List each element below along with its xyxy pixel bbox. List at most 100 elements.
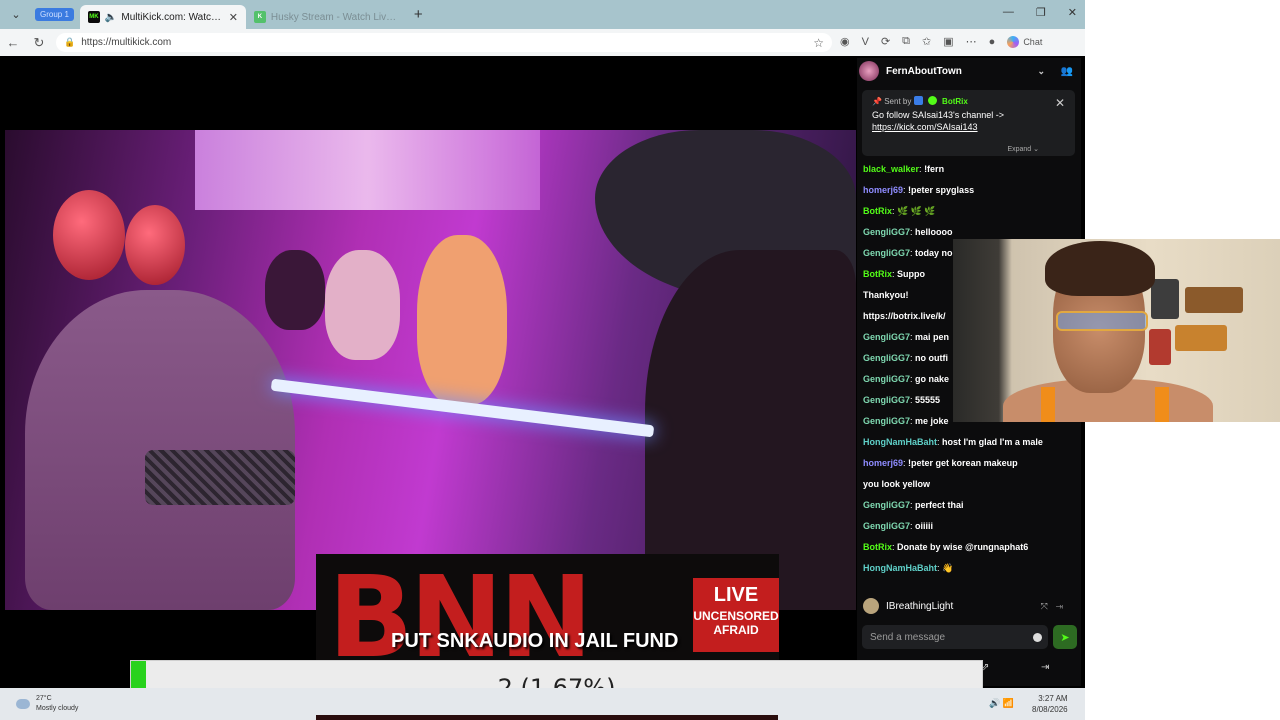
favorite-star-icon[interactable]: ☆ — [813, 36, 824, 50]
mural-face — [265, 250, 325, 330]
system-tray-icons[interactable]: 🔊 📶 — [989, 698, 1014, 709]
minimize-icon[interactable]: — — [1003, 6, 1014, 19]
address-bar[interactable]: 🔒 https://multikick.com ☆ — [56, 33, 832, 52]
chat-username[interactable]: BotRix — [863, 269, 892, 279]
chat-username[interactable]: HongNamHaBaht — [863, 563, 937, 573]
tab-group-chip[interactable]: Group 1 — [35, 8, 74, 21]
back-arrow-icon[interactable]: ← — [0, 35, 26, 50]
close-pinned-icon[interactable]: ✕ — [1055, 96, 1065, 110]
pinned-sender[interactable]: BotRix — [942, 97, 968, 106]
chat-username[interactable]: homerj69 — [863, 185, 903, 195]
tab-actions-chevron-icon[interactable]: ⌄ — [5, 5, 27, 25]
new-tab-plus-icon[interactable]: + — [414, 6, 423, 23]
tab-husky-stream[interactable]: K Husky Stream - Watch Live on Ki — [246, 5, 406, 29]
collections-icon[interactable]: ▣ — [943, 35, 953, 48]
chevron-down-icon[interactable]: ⌄ — [1037, 66, 1045, 77]
overlay-bottom-strip — [316, 715, 778, 720]
wall-sign — [1151, 279, 1179, 319]
taskbar-clock[interactable]: 3:27 AM 8/08/2026 — [1032, 693, 1068, 715]
chat-input-placeholder: Send a message — [870, 631, 946, 643]
chat-username[interactable]: HongNamHaBaht — [863, 437, 937, 447]
chat-username[interactable]: GengliGG7 — [863, 500, 910, 510]
chat-text: !peter get korean makeup — [908, 458, 1018, 468]
chat-username[interactable]: homerj69 — [863, 458, 903, 468]
chat-message: BotRix: Donate by wise @rungnaphat6 — [857, 537, 1081, 558]
speaker-icon[interactable]: 🔈 — [105, 12, 117, 23]
split-screen-icon[interactable]: ⧉ — [902, 35, 910, 48]
video-player[interactable]: BNN LIVE UNCENSORED AFRAID PUT SNKAUDIO … — [5, 58, 856, 682]
user-avatar[interactable] — [863, 598, 879, 614]
chat-message: GengliGG7: perfect thai — [857, 495, 1081, 516]
chat-username[interactable]: black_walker — [863, 164, 919, 174]
chat-username[interactable]: GengliGG7 — [863, 227, 910, 237]
chat-message-input[interactable]: Send a message — [862, 625, 1048, 649]
restore-icon[interactable]: ❐ — [1036, 6, 1046, 19]
chat-text: https://botrix.live/k/ — [863, 311, 946, 321]
chat-username[interactable]: BotRix — [863, 542, 892, 552]
expand-label: Expand — [1007, 146, 1032, 153]
chat-text: !fern — [924, 164, 945, 174]
cloud-icon — [16, 699, 30, 709]
users-icon[interactable]: 👥 — [1061, 66, 1073, 77]
woman-top — [145, 450, 295, 505]
expand-pinned-button[interactable]: Expand ⌄ — [1007, 145, 1039, 153]
vpn-icon[interactable]: V — [862, 36, 869, 48]
close-tab-icon[interactable]: ✕ — [229, 11, 238, 24]
chat-username[interactable]: GengliGG7 — [863, 395, 910, 405]
chat-message: GengliGG7: oiiiii — [857, 516, 1081, 537]
browser-tab-bar: ⌄ Group 1 MK 🔈 MultiKick.com: Watch Mult… — [0, 0, 1085, 29]
chat-text: 🌿 🌿 🌿 — [897, 206, 936, 216]
channel-avatar[interactable] — [859, 61, 879, 81]
clock-time: 3:27 AM — [1038, 694, 1068, 703]
chat-username[interactable]: BotRix — [863, 206, 892, 216]
chat-message: BotRix: 🌿 🌿 🌿 — [857, 201, 1081, 222]
favorites-icon[interactable]: ✩ — [922, 35, 931, 48]
send-message-button[interactable]: ➤ — [1053, 625, 1077, 649]
sunglasses — [1056, 311, 1148, 331]
chat-settings-icons[interactable]: ⤧⇥ — [1041, 601, 1071, 612]
stream-video-frame — [5, 130, 856, 610]
emoji-icon[interactable] — [1033, 632, 1042, 642]
chat-text: Suppo — [897, 269, 926, 279]
current-username: IBreathingLight — [886, 600, 954, 612]
bnn-logo-text: BNN — [328, 554, 593, 682]
webcam-overlay — [953, 239, 1280, 422]
lock-icon[interactable]: 🔒 — [64, 37, 75, 48]
more-menu-icon[interactable]: ⋯ — [966, 35, 977, 48]
chat-username[interactable]: GengliGG7 — [863, 374, 910, 384]
chat-message: HongNamHaBaht: host I'm glad I'm a male — [857, 432, 1081, 453]
refresh-icon[interactable]: ↻ — [26, 35, 52, 51]
profile-avatar-icon[interactable]: ● — [989, 36, 996, 48]
copilot-icon — [1007, 35, 1020, 48]
channel-name[interactable]: FernAboutTown — [886, 66, 962, 77]
chat-username[interactable]: GengliGG7 — [863, 416, 910, 426]
tab-multikick[interactable]: MK 🔈 MultiKick.com: Watch Multiple ✕ — [79, 5, 246, 29]
chat-text: today no — [915, 248, 953, 258]
weather-widget[interactable]: 27°C Mostly cloudy — [16, 694, 78, 714]
mural-face — [325, 250, 400, 360]
wall-sign — [1185, 287, 1243, 313]
pinned-link[interactable]: https://kick.com/SAIsai143 — [872, 122, 1065, 132]
wall-sign — [1175, 325, 1227, 351]
chat-text: !peter spyglass — [908, 185, 975, 195]
close-window-icon[interactable]: ✕ — [1068, 6, 1077, 19]
afraid-label: AFRAID — [713, 623, 759, 637]
live-label: LIVE — [713, 584, 759, 606]
chat-username[interactable]: GengliGG7 — [863, 353, 910, 363]
chat-username[interactable]: GengliGG7 — [863, 248, 910, 258]
browser-toolbar: ← ↻ 🔒 https://multikick.com ☆ ◉ V ⟳ ⧉ ✩ … — [0, 29, 1085, 56]
copilot-button[interactable]: Chat — [1007, 35, 1042, 48]
chat-text: you look yellow — [863, 479, 931, 489]
chat-text: go nake — [915, 374, 950, 384]
tab-title: Husky Stream - Watch Live on Ki — [270, 11, 398, 23]
extension-icon[interactable]: ◉ — [840, 35, 850, 48]
chat-text: oiiiii — [915, 521, 934, 531]
exit-chat-icon[interactable]: ⇥ — [1041, 662, 1049, 673]
chat-username[interactable]: GengliGG7 — [863, 332, 910, 342]
sync-icon[interactable]: ⟳ — [881, 35, 890, 48]
multikick-favicon-icon: MK — [87, 11, 100, 23]
chat-username[interactable]: GengliGG7 — [863, 521, 910, 531]
verified-badge-icon — [927, 96, 937, 105]
tab-title: MultiKick.com: Watch Multiple — [121, 11, 224, 23]
chat-text: host I'm glad I'm a male — [942, 437, 1043, 447]
